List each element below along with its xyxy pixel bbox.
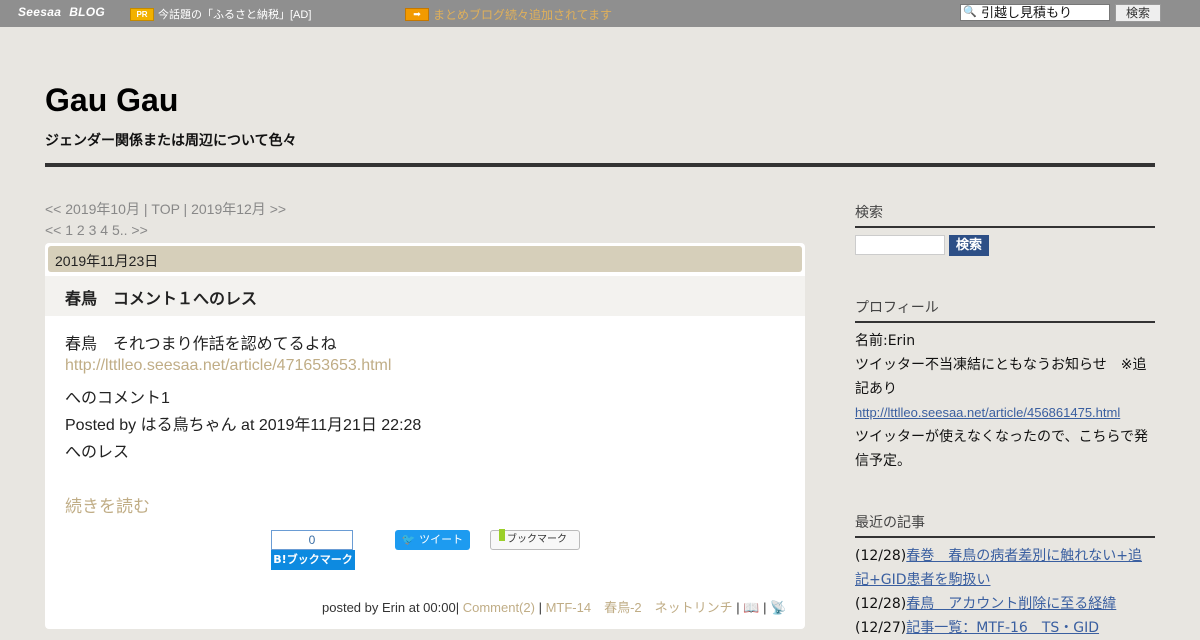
article-title[interactable]: 春鳥 コメント１へのレス (65, 285, 257, 309)
tweet-button[interactable]: 🐦 ツイート (395, 530, 470, 550)
profile-link[interactable]: http://lttlleo.seesaa.net/article/456861… (855, 401, 1155, 425)
sidebar-search-input[interactable] (855, 235, 945, 255)
matome-link[interactable]: まとめブログ続々追加されてます (433, 6, 612, 23)
comment-link[interactable]: Comment(2) (463, 600, 535, 615)
recent-posts-heading: 最近の記事 (855, 512, 1155, 538)
article-card: 2019年11月23日 春鳥 コメント１へのレス 春鳥 それつまり作話を認めてる… (45, 243, 805, 629)
ad-link[interactable]: 今話題の「ふるさと納税」[AD] (158, 6, 311, 22)
top-search-button[interactable]: 検索 (1115, 4, 1161, 22)
bookmark-flag-icon (499, 529, 505, 541)
article-title-bar: 春鳥 コメント１へのレス (45, 276, 805, 316)
pr-badge: PR (130, 8, 154, 21)
profile-note2: ツイッターが使えなくなったので、こちらで発信予定。 (855, 429, 1149, 469)
sidebar-search-heading: 検索 (855, 202, 1155, 228)
hatena-bookmark-button[interactable]: B!ブックマーク (271, 550, 355, 570)
page-nav: << 1 2 3 4 5.. >> (45, 222, 148, 238)
next-month-link[interactable]: 2019年12月 >> (191, 201, 286, 217)
article-line: へのレス (65, 444, 130, 461)
posted-info: posted by Erin at 00:00| Comment(2) | MT… (322, 600, 787, 615)
blog-description: ジェンダー関係または周辺について色々 (45, 133, 297, 149)
hatena-count: 0 (271, 530, 353, 550)
category-link[interactable]: 春鳥-2 (604, 600, 642, 615)
profile-note: ツイッター不当凍結にともなうお知らせ ※追記あり (855, 357, 1147, 397)
next-page-link[interactable]: >> (131, 222, 147, 238)
category-link[interactable]: ネットリンチ (655, 600, 733, 615)
article-line: へのコメント1 (65, 390, 170, 407)
bookmark-button[interactable]: ブックマーク (490, 529, 580, 550)
article-date: 2019年11月23日 (48, 246, 802, 272)
sidebar-search-button[interactable]: 検索 (949, 235, 989, 256)
category-link[interactable]: MTF-14 (546, 600, 592, 615)
arrow-icon: ➡ (405, 8, 429, 21)
prev-page-link[interactable]: << (45, 222, 61, 238)
list-item: (12/28)春鳥 アカウント削除に至る経緯 (855, 596, 1117, 612)
header-divider (45, 163, 1155, 167)
blog-title[interactable]: Gau Gau (45, 82, 178, 119)
article-link[interactable]: http://lttlleo.seesaa.net/article/471653… (65, 357, 391, 375)
article-line: 春鳥 それつまり作話を認めてるよね (65, 336, 337, 353)
list-item: (12/28)春巻 春鳥の病者差別に触れない+追記+GID患者を駒扱い (855, 548, 1143, 588)
prev-month-link[interactable]: << 2019年10月 (45, 201, 140, 217)
read-more-link[interactable]: 続きを読む (65, 492, 150, 517)
seesaa-logo[interactable]: Seesaa BLOG (18, 5, 105, 19)
profile-name: 名前:Erin (855, 333, 916, 349)
list-item: (12/27)記事一覧：MTF-16 TS・GID (855, 620, 1100, 636)
top-search-input[interactable]: 引越し見積もり (960, 4, 1110, 21)
article-line: Posted by はる鳥ちゃん at 2019年11月21日 22:28 (65, 417, 422, 434)
recent-post-link[interactable]: 記事一覧：MTF-16 TS・GID (906, 620, 1099, 636)
recent-post-link[interactable]: 春鳥 アカウント削除に至る経緯 (906, 596, 1116, 612)
top-link[interactable]: TOP (151, 201, 179, 217)
month-nav: << 2019年10月 | TOP | 2019年12月 >> (45, 201, 287, 217)
search-icon: 🔍 (963, 5, 977, 18)
top-bar: Seesaa BLOG PR 今話題の「ふるさと納税」[AD] ➡ まとめブログ続… (0, 0, 1200, 27)
twitter-bird-icon: 🐦 (401, 533, 416, 546)
satellite-icon[interactable]: 📡 (770, 600, 786, 615)
page-links[interactable]: 1 2 3 4 5.. (65, 222, 127, 238)
book-icon[interactable]: 📖 (743, 600, 759, 615)
profile-heading: プロフィール (855, 297, 1155, 323)
